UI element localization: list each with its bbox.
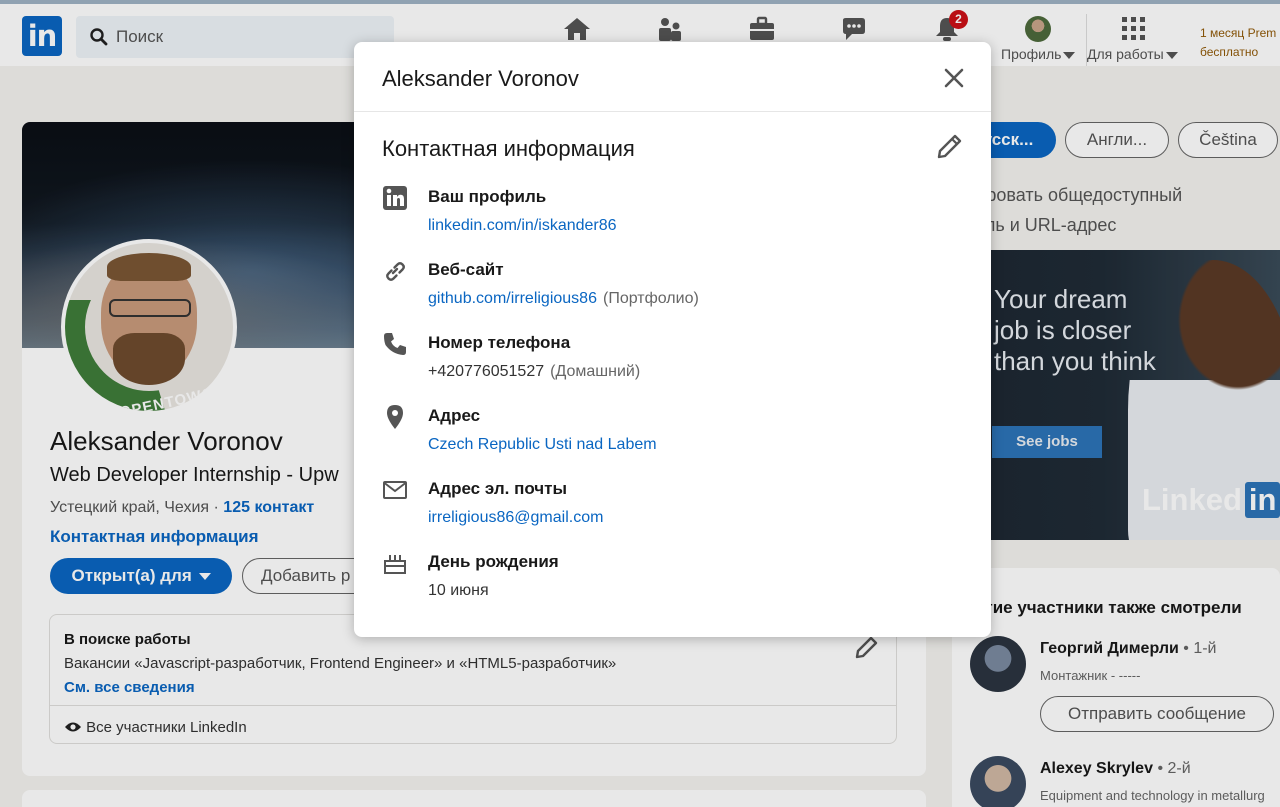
contact-item-phone: Номер телефона +420776051527 (Домашний) xyxy=(382,331,962,391)
contact-label: Адрес эл. почты xyxy=(428,479,568,498)
website-link[interactable]: github.com/irreligious86 xyxy=(428,290,597,307)
contact-label: Номер телефона xyxy=(428,333,571,352)
section-title: Контактная информация xyxy=(382,136,635,161)
link-icon xyxy=(382,258,408,284)
phone-icon xyxy=(382,331,408,357)
close-button[interactable] xyxy=(938,62,970,94)
contact-info-modal: Aleksander Voronov Контактная информация… xyxy=(354,42,991,637)
website-type: (Портфолио) xyxy=(602,290,699,307)
linkedin-icon xyxy=(382,185,408,211)
address-link[interactable]: Czech Republic Usti nad Labem xyxy=(428,436,657,453)
contact-item-email: Адрес эл. почты irreligious86@gmail.com xyxy=(382,477,962,537)
contact-value: 10 июня xyxy=(428,582,489,600)
contact-label: Ваш профиль xyxy=(428,187,547,206)
modal-title: Aleksander Voronov xyxy=(382,66,579,91)
phone-number: +420776051527 xyxy=(428,363,545,380)
phone-type: (Домашний) xyxy=(550,363,641,380)
edit-contact-button[interactable] xyxy=(934,132,964,162)
profile-url-link[interactable]: linkedin.com/in/iskander86 xyxy=(428,217,617,234)
contact-label: Веб-сайт xyxy=(428,260,504,279)
close-icon xyxy=(944,68,964,88)
birthday-date: 10 июня xyxy=(428,582,489,599)
envelope-icon xyxy=(382,477,408,503)
email-link[interactable]: irreligious86@gmail.com xyxy=(428,509,603,526)
cake-icon xyxy=(382,550,408,576)
modal-header: Aleksander Voronov xyxy=(354,42,991,112)
contact-value: irreligious86@gmail.com xyxy=(428,509,603,527)
contact-value: +420776051527 (Домашний) xyxy=(428,363,640,381)
contact-item-website: Веб-сайт github.com/irreligious86 (Портфо… xyxy=(382,258,962,318)
contact-item-address: Адрес Czech Republic Usti nad Labem xyxy=(382,404,962,464)
contact-value: github.com/irreligious86 (Портфолио) xyxy=(428,290,699,308)
location-pin-icon xyxy=(382,404,408,430)
contact-value: linkedin.com/in/iskander86 xyxy=(428,217,617,235)
contact-item-birthday: День рождения 10 июня xyxy=(382,550,962,610)
pencil-icon xyxy=(937,134,962,159)
contact-label: Адрес xyxy=(428,406,481,425)
contact-label: День рождения xyxy=(428,552,559,571)
contact-item-profile: Ваш профиль linkedin.com/in/iskander86 xyxy=(382,185,962,245)
contact-value: Czech Republic Usti nad Labem xyxy=(428,436,657,454)
